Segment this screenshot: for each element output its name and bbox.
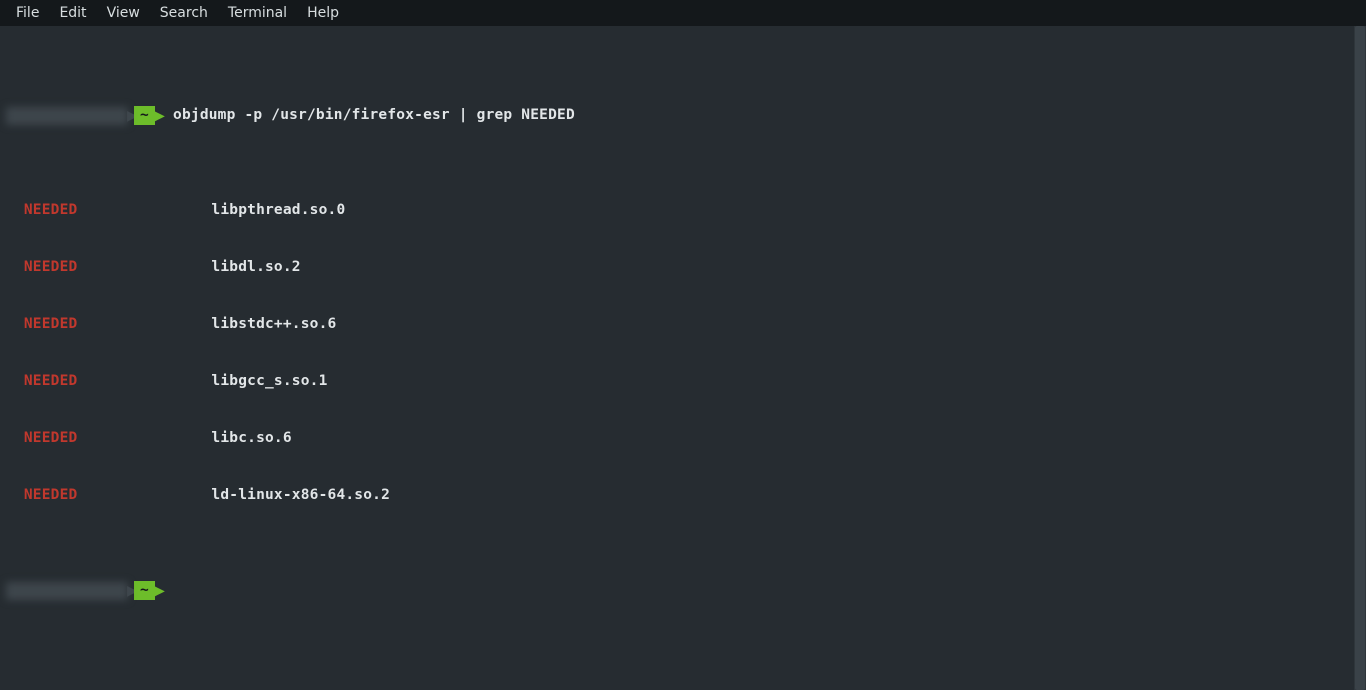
needed-tag: NEEDED xyxy=(24,316,78,332)
needed-lib: ld-linux-x86-64.so.2 xyxy=(211,487,390,503)
output-line: NEEDED ld-linux-x86-64.so.2 xyxy=(6,486,1354,505)
menu-search[interactable]: Search xyxy=(150,2,218,24)
output-line: NEEDED libgcc_s.so.1 xyxy=(6,372,1354,391)
needed-lib: libpthread.so.0 xyxy=(211,202,345,218)
user-host-redacted xyxy=(6,582,128,600)
needed-tag: NEEDED xyxy=(24,202,78,218)
menu-terminal[interactable]: Terminal xyxy=(218,2,297,24)
terminal-viewport[interactable]: ▶ ~ ▶ objdump -p /usr/bin/firefox-esr | … xyxy=(0,26,1366,690)
menu-help[interactable]: Help xyxy=(297,2,349,24)
menu-file[interactable]: File xyxy=(6,2,49,24)
terminal-content[interactable]: ▶ ~ ▶ objdump -p /usr/bin/firefox-esr | … xyxy=(0,26,1354,690)
needed-tag: NEEDED xyxy=(24,430,78,446)
prompt-arrow-icon: ▶ ~ ▶ xyxy=(128,581,165,600)
scrollbar-thumb[interactable] xyxy=(1355,26,1365,690)
output-line: NEEDED libpthread.so.0 xyxy=(6,201,1354,220)
needed-lib: libc.so.6 xyxy=(211,430,291,446)
prompt-line-2[interactable]: ▶ ~ ▶ xyxy=(6,581,1354,600)
prompt-cwd: ~ xyxy=(134,581,155,600)
output-line: NEEDED libstdc++.so.6 xyxy=(6,315,1354,334)
needed-tag: NEEDED xyxy=(24,487,78,503)
menubar: File Edit View Search Terminal Help xyxy=(0,0,1366,26)
prompt-arrow-icon: ▶ ~ ▶ xyxy=(128,106,165,125)
needed-lib: libdl.so.2 xyxy=(211,259,300,275)
menu-view[interactable]: View xyxy=(97,2,150,24)
needed-tag: NEEDED xyxy=(24,373,78,389)
vertical-scrollbar[interactable] xyxy=(1354,26,1366,690)
prompt-line-1: ▶ ~ ▶ objdump -p /usr/bin/firefox-esr | … xyxy=(6,106,1354,125)
needed-tag: NEEDED xyxy=(24,259,78,275)
needed-lib: libstdc++.so.6 xyxy=(211,316,336,332)
command-text: objdump -p /usr/bin/firefox-esr | grep N… xyxy=(173,106,575,125)
user-host-redacted xyxy=(6,107,128,125)
output-line: NEEDED libdl.so.2 xyxy=(6,258,1354,277)
needed-lib: libgcc_s.so.1 xyxy=(211,373,327,389)
menu-edit[interactable]: Edit xyxy=(49,2,96,24)
output-line: NEEDED libc.so.6 xyxy=(6,429,1354,448)
prompt-cwd: ~ xyxy=(134,106,155,125)
